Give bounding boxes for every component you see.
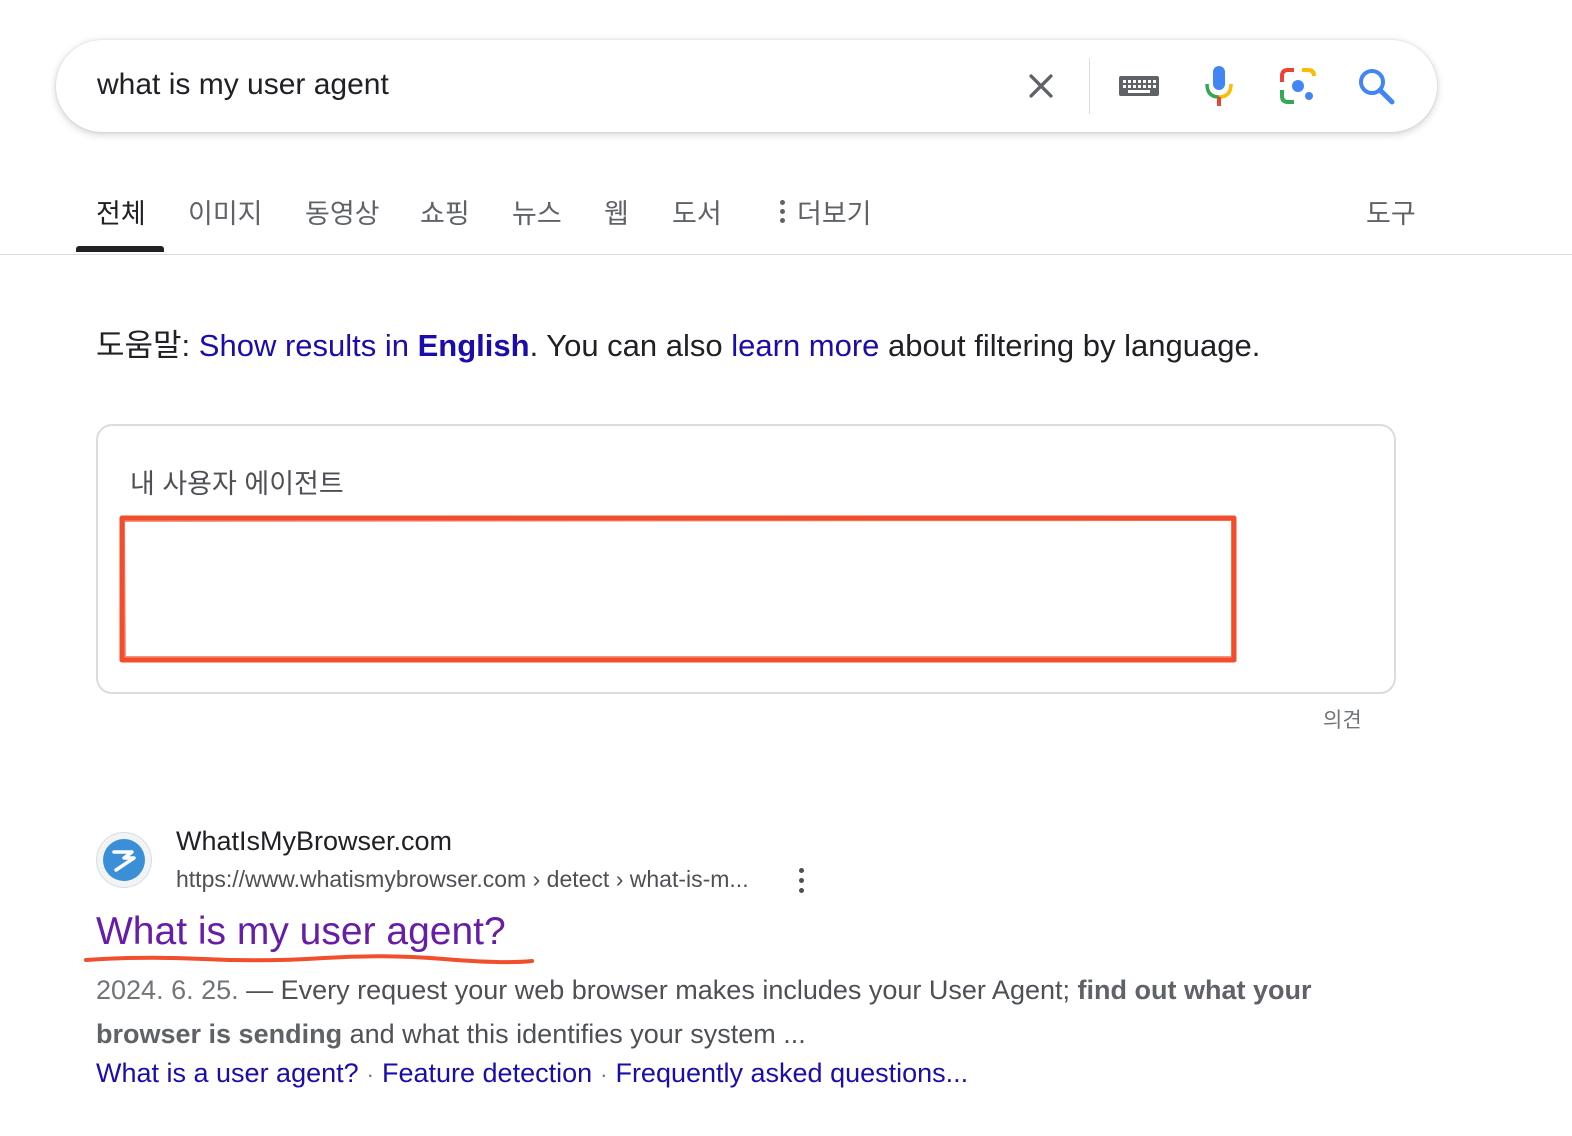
tab-all[interactable]: 전체 — [96, 192, 146, 231]
sitelink-faq[interactable]: Frequently asked questions... — [615, 1058, 968, 1088]
snippet-text-1: Every request your web browser makes inc… — [280, 975, 1078, 1005]
close-icon[interactable] — [1018, 63, 1064, 109]
keyboard-icon[interactable] — [1116, 63, 1162, 109]
result-more-icon[interactable] — [790, 864, 812, 896]
site-favicon — [96, 832, 152, 888]
tab-shopping[interactable]: 쇼핑 — [420, 192, 470, 231]
tab-books[interactable]: 도서 — [672, 192, 722, 231]
search-input[interactable]: what is my user agent — [97, 68, 389, 102]
result-title-link[interactable]: What is my user agent? — [96, 910, 506, 954]
feedback-link[interactable]: 의견 — [1323, 704, 1362, 734]
tools-button[interactable]: 도구 — [1366, 192, 1416, 231]
tab-web[interactable]: 웹 — [604, 192, 629, 231]
tab-more[interactable]: 더보기 — [780, 192, 872, 231]
hint-middle: . You can also — [529, 328, 732, 363]
tab-images[interactable]: 이미지 — [188, 192, 263, 231]
tab-videos[interactable]: 동영상 — [305, 192, 380, 231]
search-icon[interactable] — [1353, 63, 1399, 109]
result-sitelinks: What is a user agent? · Feature detection ·… — [96, 1058, 968, 1089]
lens-icon[interactable] — [1275, 63, 1321, 109]
result-url[interactable]: https://www.whatismybrowser.com › detect… — [176, 866, 749, 893]
browser-logo-icon — [103, 839, 145, 881]
language-hint: 도움말: Show results in English. You can al… — [96, 320, 1260, 365]
user-agent-card-title: 내 사용자 에이전트 — [130, 469, 344, 499]
result-snippet: 2024. 6. 25. — Every request your web br… — [96, 968, 1326, 1056]
result-site-name[interactable]: WhatIsMyBrowser.com — [176, 826, 452, 857]
hint-suffix: about filtering by language. — [879, 328, 1261, 363]
show-results-text: Show results in — [198, 328, 418, 363]
user-agent-value-annotation — [119, 515, 1237, 663]
snippet-dash: — — [238, 975, 281, 1005]
result-date: 2024. 6. 25. — [96, 975, 239, 1005]
title-underline-annotation — [84, 954, 534, 965]
tab-more-label: 더보기 — [797, 199, 872, 229]
hint-prefix: 도움말: — [96, 328, 199, 363]
sitelink-separator: · — [600, 1062, 608, 1087]
active-tab-indicator — [76, 246, 164, 252]
sitelink-feature-detection[interactable]: Feature detection — [382, 1058, 592, 1088]
mic-icon[interactable] — [1196, 63, 1242, 109]
user-agent-card: 내 사용자 에이전트 — [96, 424, 1396, 694]
sitelink-what-is-user-agent[interactable]: What is a user agent? — [96, 1058, 359, 1088]
show-results-in-english-link[interactable]: Show results in English — [199, 328, 530, 363]
search-tabs: 전체 이미지 동영상 쇼핑 뉴스 웹 도서 더보기 도구 — [0, 160, 1572, 255]
sitelink-separator: · — [366, 1062, 374, 1087]
language-name: English — [417, 328, 530, 363]
search-box[interactable]: what is my user agent — [56, 40, 1437, 132]
snippet-text-2: and what this identifies your system ... — [342, 1019, 806, 1049]
learn-more-link[interactable]: learn more — [731, 328, 879, 363]
search-divider — [1089, 58, 1090, 114]
tab-news[interactable]: 뉴스 — [512, 192, 562, 231]
more-vert-icon — [780, 200, 785, 223]
